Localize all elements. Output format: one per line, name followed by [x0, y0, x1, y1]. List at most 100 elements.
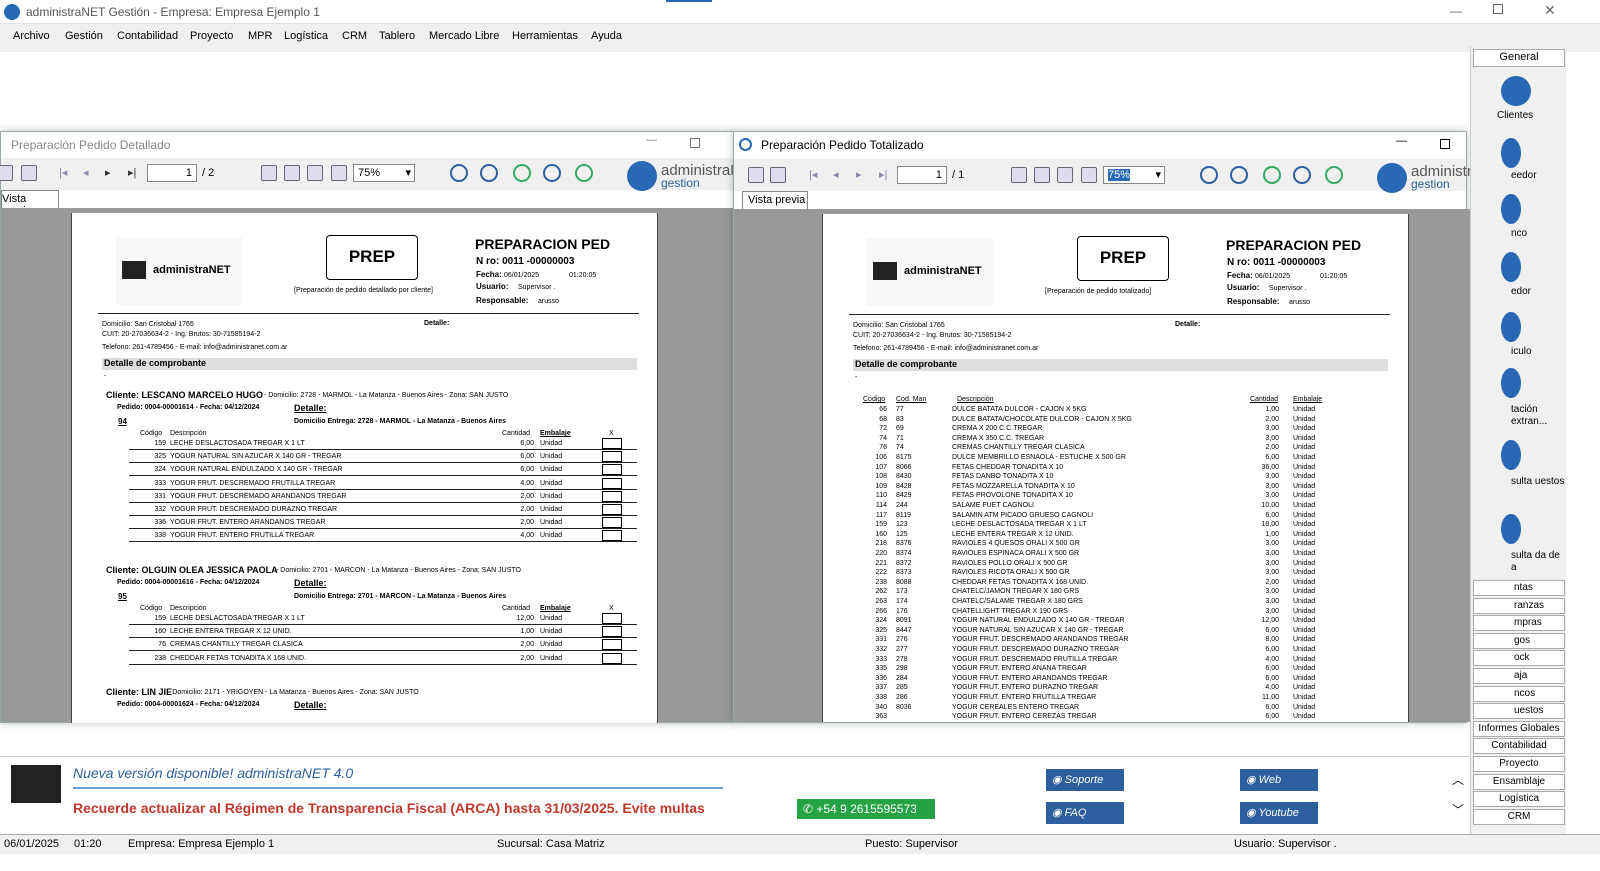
whatsapp-icon[interactable] — [1263, 166, 1281, 184]
sidebar-button[interactable]: uestos — [1473, 703, 1565, 720]
last-page-icon[interactable]: ▸| — [128, 166, 136, 179]
module-icon[interactable] — [1501, 194, 1521, 224]
check-box[interactable] — [602, 464, 622, 476]
module-label[interactable]: tación extran... — [1511, 404, 1567, 428]
print-icon[interactable] — [21, 165, 37, 181]
menu-item[interactable]: Logística — [284, 30, 328, 42]
next-page-icon[interactable]: ▸ — [105, 166, 111, 179]
module-label[interactable]: sulta uestos — [1511, 476, 1567, 488]
sidebar-button[interactable]: Ensamblaje — [1473, 773, 1565, 790]
menu-item[interactable]: CRM — [342, 30, 367, 42]
module-label[interactable]: eedor — [1511, 170, 1567, 182]
menu-item[interactable]: Archivo — [13, 30, 50, 42]
check-box[interactable] — [602, 438, 622, 449]
menu-item[interactable]: Herramientas — [512, 30, 578, 42]
tab-vista-previa[interactable]: Vista previa — [1, 190, 59, 217]
zoom-icon[interactable] — [1057, 167, 1073, 183]
page-input[interactable]: 1 — [147, 164, 197, 182]
check-box[interactable] — [602, 639, 622, 651]
module-icon[interactable] — [1501, 514, 1521, 544]
excel-icon[interactable] — [1325, 166, 1343, 184]
maximize-button[interactable] — [690, 138, 700, 148]
module-label[interactable]: nco — [1511, 228, 1567, 240]
excel-icon[interactable] — [575, 164, 593, 182]
menu-item[interactable]: Proyecto — [190, 30, 233, 42]
module-label[interactable]: edor — [1511, 286, 1567, 298]
module-icon[interactable] — [1501, 138, 1521, 168]
export-icon[interactable] — [0, 165, 13, 181]
page-input[interactable]: 1 — [897, 166, 947, 184]
settings-icon[interactable] — [1034, 167, 1050, 183]
module-label[interactable]: Clientes — [1497, 110, 1553, 122]
youtube-button[interactable]: ◉ Youtube — [1240, 802, 1318, 824]
check-box[interactable] — [602, 626, 622, 638]
maximize-button[interactable] — [1440, 139, 1450, 149]
tab-vista-previa[interactable]: Vista previa — [742, 191, 808, 209]
minimize-button[interactable]: — — [646, 134, 657, 146]
faq-button[interactable]: ◉ FAQ — [1046, 802, 1124, 824]
zoom-icon[interactable] — [307, 165, 323, 181]
menu-item[interactable]: Contabilidad — [117, 30, 178, 42]
check-box[interactable] — [602, 477, 622, 489]
sidebar-button[interactable]: mpras — [1473, 615, 1565, 632]
next-page-icon[interactable]: ▸ — [856, 168, 862, 181]
first-page-icon[interactable]: |◂ — [59, 166, 67, 179]
check-box[interactable] — [602, 613, 622, 624]
menu-item[interactable]: Mercado Libre — [429, 30, 499, 42]
scroll-down-icon[interactable]: ﹀ — [1452, 801, 1464, 818]
zoom-select[interactable]: 75% ▾ — [353, 164, 415, 182]
sidebar-button[interactable]: ock — [1473, 650, 1565, 667]
sidebar-button[interactable]: aja — [1473, 668, 1565, 684]
find-icon[interactable] — [1081, 167, 1097, 183]
module-icon[interactable] — [1501, 252, 1521, 282]
word-icon[interactable] — [543, 164, 561, 182]
whatsapp-button[interactable]: ✆ +54 9 2615595573 — [797, 799, 935, 819]
email-icon[interactable] — [450, 164, 468, 182]
sidebar-button[interactable]: Informes Globales — [1473, 720, 1565, 737]
last-page-icon[interactable]: ▸| — [879, 168, 887, 181]
check-box[interactable] — [602, 490, 622, 502]
sidebar-button[interactable]: Proyecto — [1473, 756, 1565, 772]
sidebar-button[interactable]: gos — [1473, 632, 1565, 649]
pdf-icon[interactable] — [480, 164, 498, 182]
module-icon[interactable] — [1501, 440, 1521, 470]
module-label[interactable]: iculo — [1511, 346, 1567, 358]
menu-item[interactable]: Gestión — [65, 30, 103, 42]
sidebar-button[interactable]: Contabilidad — [1473, 738, 1565, 755]
check-box[interactable] — [602, 530, 622, 542]
check-box[interactable] — [602, 517, 622, 529]
settings-icon[interactable] — [284, 165, 300, 181]
word-icon[interactable] — [1293, 166, 1311, 184]
sidebar-button[interactable]: ranzas — [1473, 597, 1565, 614]
sidebar-button[interactable]: ncos — [1473, 685, 1565, 702]
window-restore-button[interactable] — [1493, 4, 1503, 14]
email-icon[interactable] — [1200, 166, 1218, 184]
module-icon[interactable] — [1501, 312, 1521, 342]
window-close-button[interactable]: ✕ — [1544, 2, 1556, 19]
module-label[interactable]: sulta da de a — [1511, 550, 1567, 574]
check-box[interactable] — [602, 504, 622, 515]
soporte-button[interactable]: ◉ Soporte — [1046, 769, 1124, 791]
window-minimize-button[interactable]: — — [1450, 4, 1462, 18]
first-page-icon[interactable]: |◂ — [809, 168, 817, 181]
close-preview-icon[interactable] — [1011, 167, 1027, 183]
whatsapp-icon[interactable] — [513, 164, 531, 182]
prev-page-icon[interactable]: ◂ — [833, 168, 839, 181]
check-box[interactable] — [602, 652, 622, 664]
scroll-up-icon[interactable]: ︿ — [1452, 771, 1464, 788]
menu-item[interactable]: Tablero — [379, 30, 415, 42]
menu-item[interactable]: Ayuda — [591, 30, 622, 42]
sidebar-button[interactable]: CRM — [1473, 808, 1565, 825]
find-icon[interactable] — [331, 165, 347, 181]
close-preview-icon[interactable] — [261, 165, 277, 181]
general-tab[interactable]: General — [1473, 49, 1565, 67]
sidebar-button[interactable]: ntas — [1473, 580, 1565, 596]
minimize-button[interactable]: — — [1396, 135, 1407, 147]
module-icon[interactable] — [1501, 368, 1521, 398]
sidebar-button[interactable]: Logística — [1473, 791, 1565, 808]
pdf-icon[interactable] — [1230, 166, 1248, 184]
check-box[interactable] — [602, 451, 622, 463]
print-icon[interactable] — [770, 167, 786, 183]
menu-item[interactable]: MPR — [248, 30, 272, 42]
zoom-select[interactable]: 75% ▾ — [1103, 166, 1165, 184]
